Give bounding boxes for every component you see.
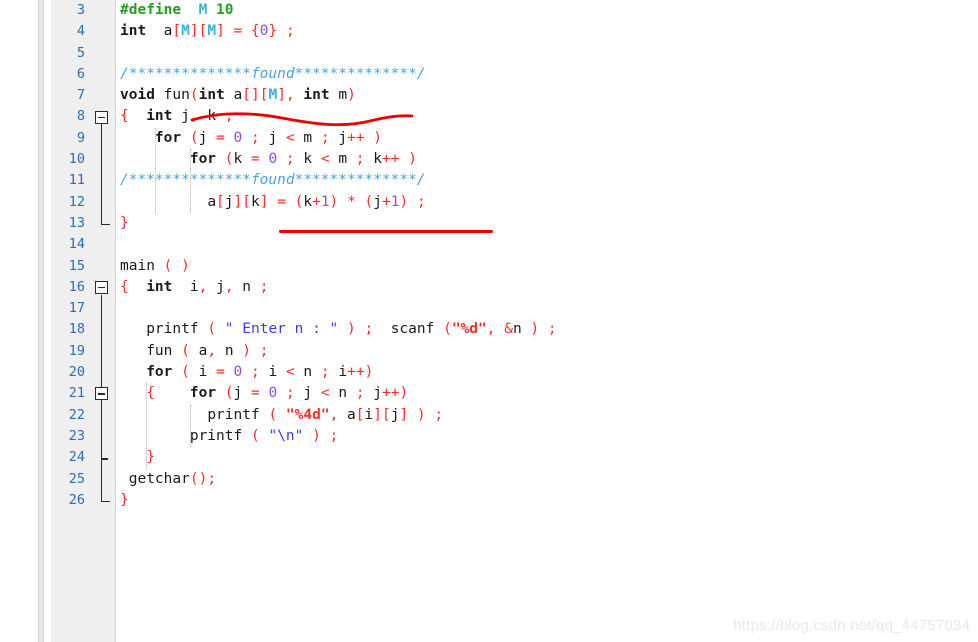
indent-guide	[189, 149, 191, 213]
indent-guide	[154, 127, 156, 213]
code-text-area[interactable]: #define M 10 int a[M][M] = {0} ; /*******…	[116, 0, 978, 642]
fold-collapse-box[interactable]	[95, 110, 108, 124]
line-number: 25	[68, 470, 85, 487]
code-line[interactable]: printf ( "%4d", a[i][j] ) ;	[120, 405, 557, 426]
line-number: 17	[68, 300, 85, 317]
code-line[interactable]: }	[120, 447, 557, 468]
line-number: 10	[68, 151, 85, 168]
line-number: 13	[68, 214, 85, 231]
line-number: 9	[76, 129, 85, 146]
line-number: 21	[68, 385, 85, 402]
code-line[interactable]: for (j = 0 ; j < m ; j++ )	[120, 128, 557, 149]
code-line[interactable]: #define M 10	[120, 0, 557, 21]
window-left-edge	[0, 0, 38, 642]
line-number: 20	[68, 364, 85, 381]
code-line[interactable]: fun ( a, n ) ;	[120, 341, 557, 362]
line-number: 14	[68, 236, 85, 253]
indent-guide	[146, 383, 148, 469]
line-number: 11	[68, 172, 85, 189]
line-number: 5	[76, 44, 85, 61]
code-line-list: #define M 10 int a[M][M] = {0} ; /*******…	[116, 0, 557, 511]
code-line[interactable]	[120, 43, 557, 64]
fold-collapse-box[interactable]	[95, 280, 108, 294]
line-number: 4	[76, 23, 85, 40]
line-number: 8	[76, 108, 85, 125]
code-line[interactable]	[120, 234, 557, 255]
line-number: 23	[68, 427, 85, 444]
code-line[interactable]: for ( i = 0 ; i < n ; i++)	[120, 362, 557, 383]
fold-region-end	[100, 500, 110, 503]
line-number: 16	[68, 278, 85, 295]
code-folding-margin[interactable]	[89, 0, 116, 642]
line-number-list: 3 4 5 6 7 8 9 10 11 12 13 14 15 16 17 18 19 20 21 22 23 24 25 2…	[51, 0, 89, 511]
code-line[interactable]: a[j][k] = (k+1) * (j+1) ;	[120, 192, 557, 213]
watermark-text: https://blog.csdn.net/qq_44757034	[733, 617, 970, 634]
code-line[interactable]	[120, 298, 557, 319]
fold-region-line	[100, 124, 103, 224]
code-line[interactable]: { int j, k ;	[120, 106, 557, 127]
code-line[interactable]: /**************found**************/	[120, 170, 557, 191]
code-line[interactable]: int a[M][M] = {0} ;	[120, 21, 557, 42]
line-number: 12	[68, 193, 85, 210]
code-line[interactable]: { int i, j, n ;	[120, 277, 557, 298]
code-line[interactable]: void fun(int a[][M], int m)	[120, 85, 557, 106]
code-line[interactable]: }	[120, 490, 557, 511]
line-number: 24	[68, 449, 85, 466]
code-line[interactable]: for (k = 0 ; k < m ; k++ )	[120, 149, 557, 170]
editor-margin-gap	[44, 0, 51, 642]
line-number: 3	[76, 2, 85, 18]
fold-region-line	[100, 401, 103, 501]
line-number: 26	[68, 491, 85, 508]
code-editor-window: 3 4 5 6 7 8 9 10 11 12 13 14 15 16 17 18 19 20 21 22 23 24 25 2…	[0, 0, 978, 642]
indent-guide	[189, 404, 191, 448]
line-number: 18	[68, 321, 85, 338]
code-line[interactable]: { for (j = 0 ; j < n ; j++)	[120, 383, 557, 404]
code-line[interactable]: printf ( " Enter n : " ) ; scanf ("%d", …	[120, 319, 556, 340]
code-line[interactable]: getchar();	[120, 469, 557, 490]
line-number: 6	[76, 65, 85, 82]
code-line[interactable]: /**************found**************/	[120, 64, 557, 85]
fold-region-end	[100, 223, 110, 226]
fold-collapse-box[interactable]	[95, 387, 108, 401]
line-number: 22	[68, 406, 85, 423]
line-number: 7	[76, 87, 85, 104]
fold-region-tick	[100, 457, 108, 460]
code-line[interactable]: main ( )	[120, 256, 557, 277]
line-number: 15	[68, 257, 85, 274]
line-number: 19	[68, 342, 85, 359]
code-line[interactable]: }	[120, 213, 557, 234]
code-line[interactable]: printf ( "\n" ) ;	[120, 426, 557, 447]
line-number-gutter[interactable]: 3 4 5 6 7 8 9 10 11 12 13 14 15 16 17 18 19 20 21 22 23 24 25 2…	[51, 0, 89, 642]
